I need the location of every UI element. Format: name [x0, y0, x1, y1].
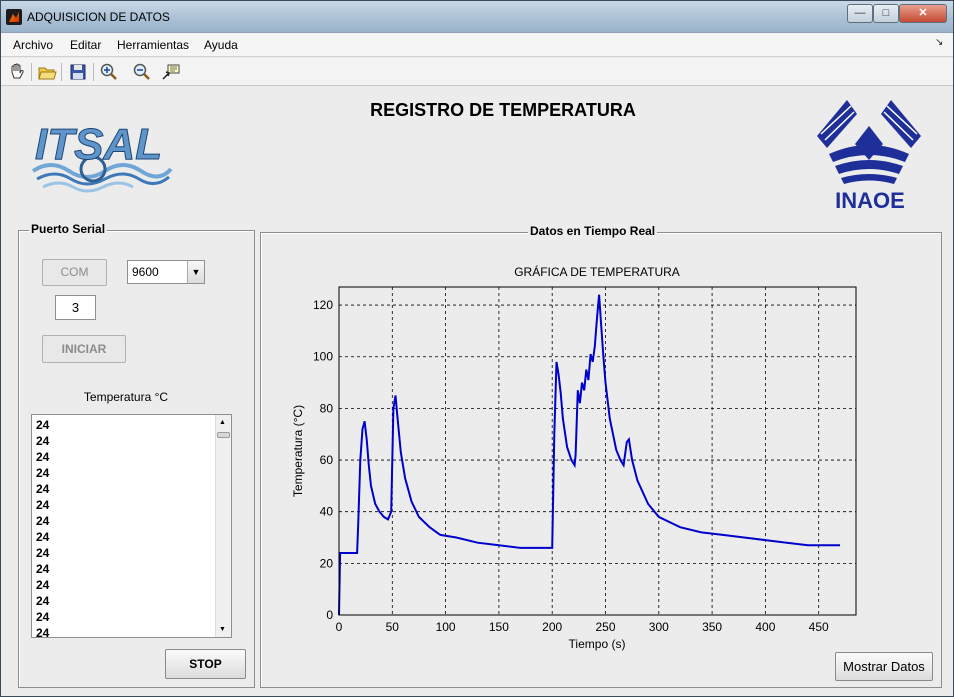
temperature-readings-list[interactable]: 24 24 24 24 24 24 24 24 24 24 24 24 24 2…	[31, 414, 232, 638]
stop-button[interactable]: STOP	[165, 649, 246, 679]
itsal-logo: ITSAL	[31, 120, 173, 193]
temperature-series-line	[338, 294, 840, 616]
x-tick-label: 300	[649, 620, 669, 634]
window-title: ADQUISICION DE DATOS	[27, 10, 170, 24]
toolbar-separator	[31, 63, 32, 81]
y-tick-label: 60	[320, 453, 334, 467]
port-number-field[interactable]: 3	[55, 295, 96, 320]
y-tick-label: 0	[326, 608, 333, 622]
zoom-out-icon[interactable]	[132, 62, 152, 82]
x-tick-label: 200	[542, 620, 562, 634]
show-data-button[interactable]: Mostrar Datos	[835, 652, 933, 681]
x-tick-label: 400	[755, 620, 775, 634]
menu-ayuda[interactable]: Ayuda	[204, 38, 238, 52]
list-item[interactable]: 24	[32, 577, 231, 593]
baud-rate-select[interactable]: 9600 ▼	[127, 260, 205, 284]
list-item[interactable]: 24	[32, 625, 231, 637]
x-tick-label: 100	[436, 620, 456, 634]
list-item[interactable]: 24	[32, 609, 231, 625]
temperature-chart: GRÁFICA DE TEMPERATURA 0 50 100 150 200 250 30…	[291, 264, 857, 651]
chart-grid	[339, 287, 856, 615]
serial-port-legend: Puerto Serial	[29, 222, 108, 236]
menu-bar: Archivo Editar Herramientas Ayuda ↘	[1, 33, 953, 57]
com-button[interactable]: COM	[42, 259, 107, 286]
x-tick-label: 350	[702, 620, 722, 634]
x-tick-label: 450	[809, 620, 829, 634]
app-window: ADQUISICION DE DATOS — □ ✕ Archivo Edita…	[0, 0, 954, 697]
list-item[interactable]: 24	[32, 561, 231, 577]
open-folder-icon[interactable]	[37, 62, 57, 82]
chart-axes-box	[338, 286, 857, 616]
list-item[interactable]: 24	[32, 433, 231, 449]
close-button[interactable]: ✕	[899, 4, 947, 23]
itsal-logo-text: ITSAL	[35, 120, 162, 169]
realtime-data-legend: Datos en Tiempo Real	[528, 224, 658, 238]
data-cursor-icon[interactable]	[161, 62, 181, 82]
inaoe-logo: INAOE	[817, 100, 921, 212]
list-item[interactable]: 24	[32, 465, 231, 481]
y-tick-label: 80	[320, 401, 334, 415]
y-tick-label: 20	[320, 556, 334, 570]
baud-rate-value: 9600	[132, 265, 159, 279]
list-item[interactable]: 24	[32, 481, 231, 497]
list-item[interactable]: 24	[32, 593, 231, 609]
chart-y-label: Temperatura (°C)	[291, 405, 305, 497]
minimize-button[interactable]: —	[847, 4, 873, 23]
x-tick-label: 0	[336, 620, 343, 634]
list-item[interactable]: 24	[32, 449, 231, 465]
y-tick-label: 100	[313, 350, 333, 364]
list-scrollbar[interactable]: ▲ ▼	[215, 415, 231, 637]
zoom-in-icon[interactable]	[99, 62, 119, 82]
chart-ticks: 0 50 100 150 200 250 300 350 400 450 0 20 40 60 80 100 1…	[313, 298, 829, 634]
y-tick-label: 40	[320, 505, 334, 519]
scroll-thumb[interactable]	[217, 432, 230, 438]
list-item[interactable]: 24	[32, 545, 231, 561]
toolbar	[1, 58, 953, 86]
menu-archivo[interactable]: Archivo	[13, 38, 53, 52]
toolbar-separator	[93, 63, 94, 81]
toolbar-separator	[61, 63, 62, 81]
start-button[interactable]: INICIAR	[42, 335, 126, 363]
x-tick-label: 250	[595, 620, 615, 634]
temperature-label: Temperatura °C	[83, 390, 169, 404]
matlab-app-icon	[6, 9, 22, 25]
maximize-button[interactable]: □	[873, 4, 899, 23]
scroll-down-icon[interactable]: ▼	[219, 626, 226, 633]
chart-x-label: Tiempo (s)	[569, 637, 626, 651]
x-tick-label: 50	[386, 620, 400, 634]
save-icon[interactable]	[68, 62, 88, 82]
menu-herramientas[interactable]: Herramientas	[117, 38, 189, 52]
chart-title: GRÁFICA DE TEMPERATURA	[514, 264, 680, 279]
y-tick-label: 120	[313, 298, 333, 312]
pan-hand-icon[interactable]	[7, 62, 27, 82]
list-item[interactable]: 24	[32, 513, 231, 529]
chevron-down-icon[interactable]: ▼	[187, 261, 204, 283]
list-item[interactable]: 24	[32, 529, 231, 545]
menu-editar[interactable]: Editar	[70, 38, 101, 52]
scroll-up-icon[interactable]: ▲	[219, 419, 226, 426]
inaoe-logo-text: INAOE	[835, 188, 905, 212]
x-tick-label: 150	[489, 620, 509, 634]
list-item[interactable]: 24	[32, 497, 231, 513]
title-bar[interactable]: ADQUISICION DE DATOS — □ ✕	[1, 1, 953, 33]
list-item[interactable]: 24	[32, 417, 231, 433]
dock-arrow-icon[interactable]: ↘	[935, 37, 943, 48]
